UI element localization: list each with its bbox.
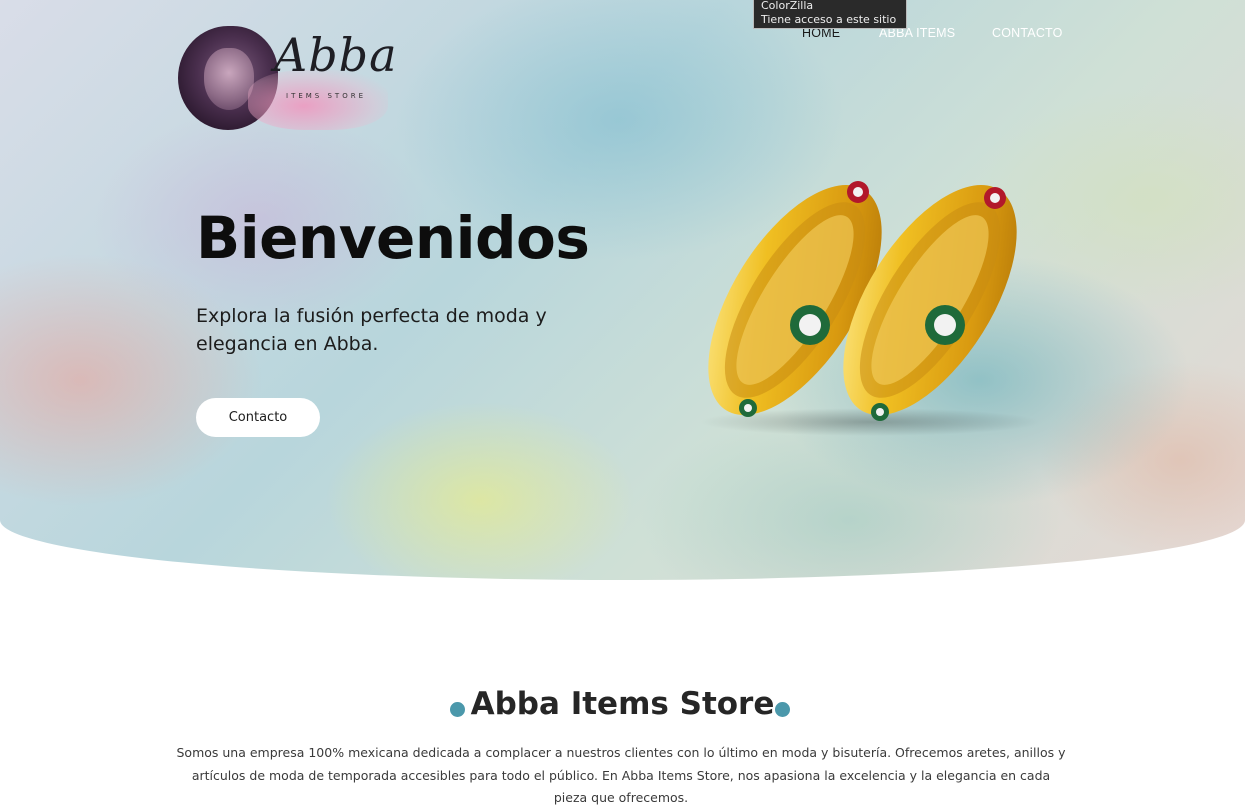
tooltip-text: Tiene acceso a este sitio — [761, 13, 897, 26]
main-nav: HOME ABBA ITEMS CONTACTO — [0, 26, 1245, 46]
nav-item-contacto[interactable]: CONTACTO — [992, 26, 1063, 40]
logo-subtitle: ITEMS STORE — [286, 92, 366, 100]
section-description: Somos una empresa 100% mexicana dedicada… — [176, 745, 1066, 805]
section-title: Abba Items Store — [470, 686, 775, 722]
gold-bangles-image — [700, 181, 1040, 436]
contact-button[interactable]: Contacto — [196, 398, 320, 437]
extension-tooltip: ColorZilla Tiene acceso a este sitio — [753, 0, 907, 29]
tooltip-title: ColorZilla — [761, 0, 814, 12]
dot-icon — [775, 702, 790, 717]
lion-face — [204, 48, 254, 110]
hero-banner: Abba ITEMS STORE HOME ABBA ITEMS CONTACT… — [0, 0, 1245, 580]
hero-title: Bienvenidos — [196, 204, 590, 272]
hero-subtitle: Explora la fusión perfecta de moda y ele… — [196, 305, 547, 355]
